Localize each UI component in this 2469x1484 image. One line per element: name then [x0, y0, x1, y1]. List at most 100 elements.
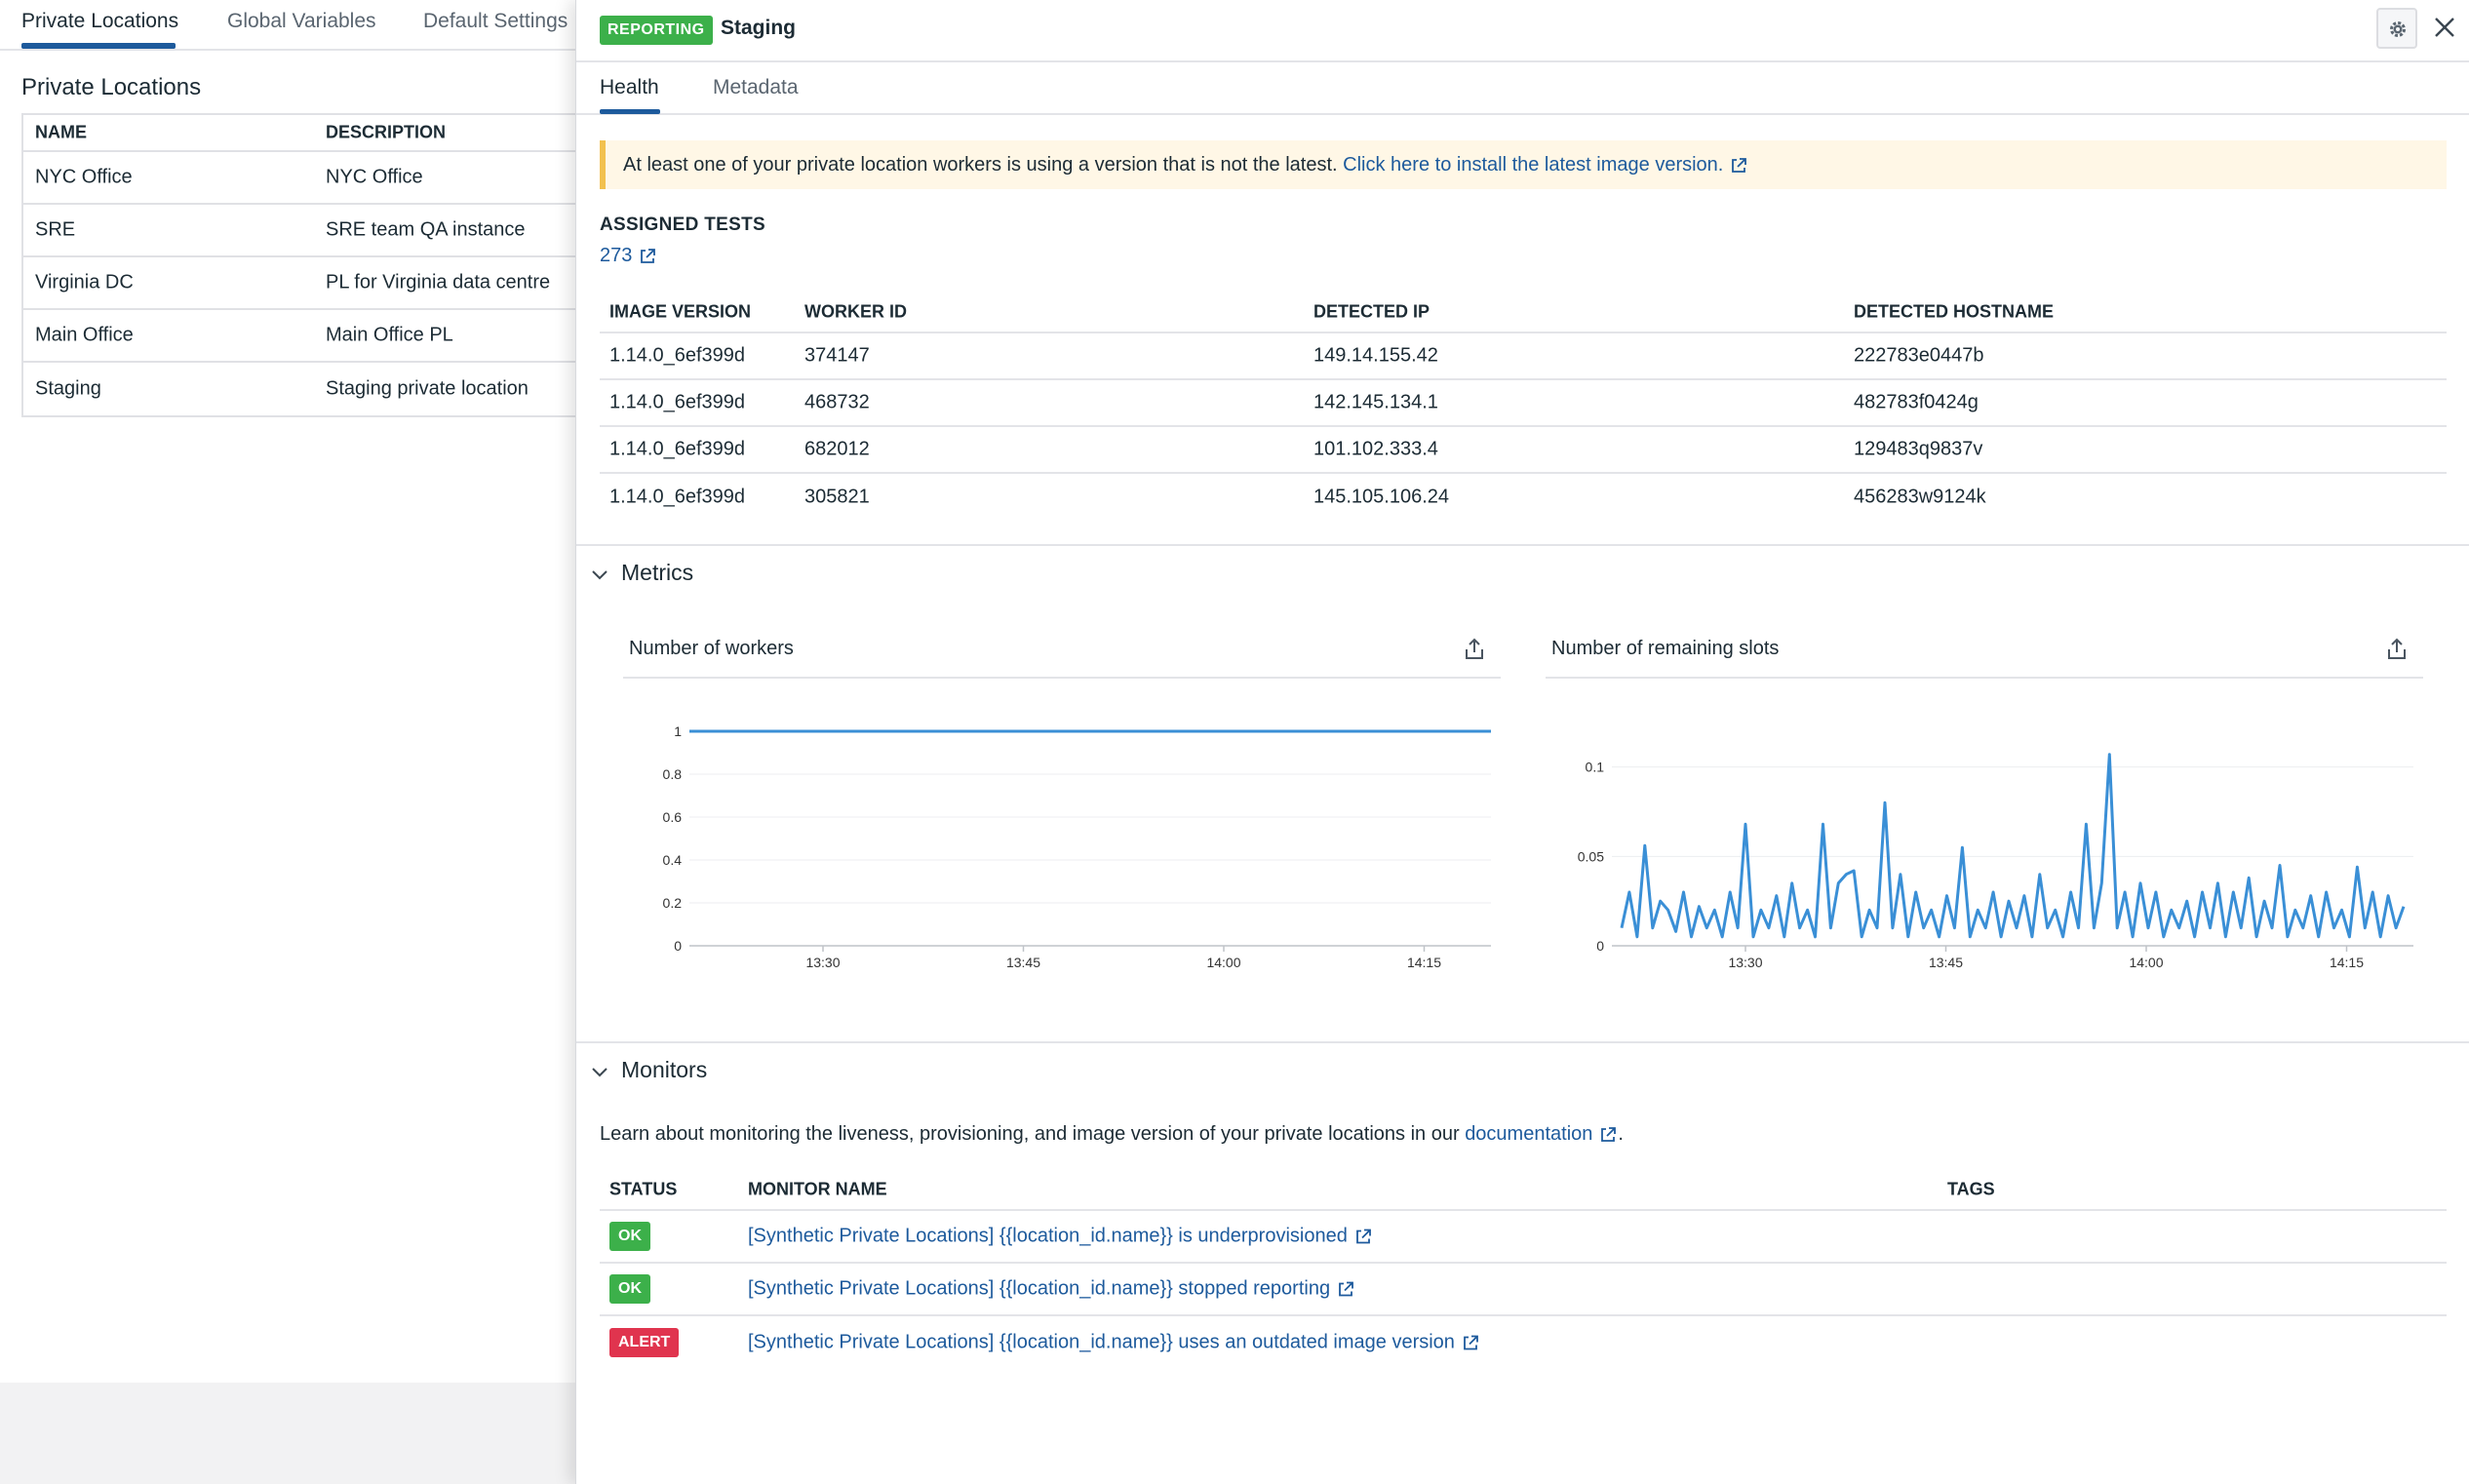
- detected-hostname: 129483q9837v: [1854, 438, 1983, 460]
- tab-default-settings[interactable]: Default Settings: [423, 10, 568, 33]
- x-tick-label: 14:15: [1407, 955, 1441, 970]
- y-tick-label: 0.8: [663, 766, 683, 782]
- x-tick-label: 14:15: [2330, 955, 2364, 970]
- table-row: 1.14.0_6ef399d 374147 149.14.155.42 2227…: [600, 333, 2447, 380]
- table-row[interactable]: Virginia DC PL for Virginia data centre: [23, 257, 605, 310]
- outdated-version-warning: At least one of your private location wo…: [600, 140, 2447, 189]
- column-header-monitor-name: MONITOR NAME: [748, 1179, 887, 1199]
- x-tick-label: 13:45: [1006, 955, 1040, 970]
- location-name: Staging: [35, 377, 101, 400]
- location-description: Main Office PL: [326, 324, 453, 346]
- active-tab-indicator: [600, 109, 660, 114]
- y-tick-label: 0: [1596, 938, 1604, 954]
- close-icon[interactable]: [2429, 12, 2460, 43]
- monitors-intro-end: .: [1618, 1123, 1624, 1145]
- image-version: 1.14.0_6ef399d: [609, 344, 746, 367]
- tab-metadata[interactable]: Metadata: [713, 76, 799, 99]
- y-tick-label: 0.4: [663, 852, 683, 868]
- table-row[interactable]: SRE SRE team QA instance: [23, 205, 605, 257]
- settings-button[interactable]: [2376, 8, 2417, 49]
- install-latest-image-link[interactable]: Click here to install the latest image v…: [1343, 154, 1723, 176]
- column-header-detected-hostname: DETECTED HOSTNAME: [1854, 301, 2055, 322]
- external-link-icon[interactable]: [1461, 1333, 1480, 1352]
- export-icon[interactable]: [1464, 638, 1485, 661]
- column-header-image-version: IMAGE VERSION: [609, 301, 752, 322]
- documentation-link[interactable]: documentation: [1465, 1123, 1592, 1145]
- detected-ip: 149.14.155.42: [1313, 344, 1438, 367]
- workers-chart-card: Number of workers 0 0.2 0.4 0.6 0.8 1 13:30 13:…: [623, 624, 1501, 1014]
- section-divider: [576, 1041, 2469, 1043]
- workers-table: IMAGE VERSION WORKER ID DETECTED IP DETE…: [600, 293, 2447, 521]
- assigned-tests-link[interactable]: 273: [600, 245, 657, 267]
- monitor-name[interactable]: [Synthetic Private Locations] {{location…: [748, 1278, 1355, 1301]
- detected-ip: 101.102.333.4: [1313, 438, 1438, 460]
- external-link-icon[interactable]: [1729, 156, 1748, 176]
- chart-header: Number of remaining slots: [1546, 624, 2423, 679]
- external-link-icon[interactable]: [638, 247, 657, 266]
- table-row: ALERT [Synthetic Private Locations] {{lo…: [600, 1316, 2447, 1369]
- worker-id: 374147: [804, 344, 870, 367]
- y-tick-label: 0.2: [663, 895, 683, 911]
- chart-title: Number of workers: [629, 638, 794, 659]
- column-header-worker-id: WORKER ID: [804, 301, 907, 322]
- monitor-link[interactable]: [Synthetic Private Locations] {{location…: [748, 1332, 1455, 1353]
- detected-hostname: 456283w9124k: [1854, 486, 1986, 508]
- warning-text: At least one of your private location wo…: [623, 154, 1338, 176]
- table-row: 1.14.0_6ef399d 305821 145.105.106.24 456…: [600, 474, 2447, 521]
- table-header: NAME DESCRIPTION: [23, 115, 605, 152]
- monitor-link[interactable]: [Synthetic Private Locations] {{location…: [748, 1226, 1348, 1247]
- detected-hostname: 482783f0424g: [1854, 391, 1979, 413]
- tab-private-locations[interactable]: Private Locations: [21, 10, 178, 33]
- x-tick-label: 14:00: [1206, 955, 1240, 970]
- external-link-icon[interactable]: [1598, 1125, 1618, 1145]
- y-tick-label: 0.05: [1578, 848, 1604, 864]
- workers-chart: 0 0.2 0.4 0.6 0.8 1 13:30 13:45 14:00 14:15: [663, 723, 1491, 970]
- status-badge-ok: OK: [609, 1222, 650, 1251]
- location-description: SRE team QA instance: [326, 218, 526, 241]
- y-tick-label: 0: [674, 938, 682, 954]
- external-link-icon[interactable]: [1353, 1227, 1373, 1246]
- worker-id: 682012: [804, 438, 870, 460]
- table-row[interactable]: NYC Office NYC Office: [23, 152, 605, 205]
- series-line: [1620, 753, 2406, 939]
- assigned-tests-count[interactable]: 273: [600, 245, 632, 266]
- chevron-down-icon[interactable]: [590, 566, 609, 585]
- active-tab-indicator: [21, 43, 176, 49]
- monitor-name[interactable]: [Synthetic Private Locations] {{location…: [748, 1226, 1373, 1248]
- column-header-detected-ip: DETECTED IP: [1313, 301, 1430, 322]
- status-badge-alert: ALERT: [609, 1328, 680, 1357]
- column-header-tags: TAGS: [1947, 1179, 1995, 1199]
- detected-hostname: 222783e0447b: [1854, 344, 1984, 367]
- table-row: 1.14.0_6ef399d 682012 101.102.333.4 1294…: [600, 427, 2447, 474]
- chart-header: Number of workers: [623, 624, 1501, 679]
- table-row[interactable]: Main Office Main Office PL: [23, 310, 605, 363]
- column-header-description[interactable]: DESCRIPTION: [326, 123, 446, 143]
- page-title: Private Locations: [21, 74, 202, 100]
- section-divider: [576, 544, 2469, 546]
- panel-tabs: Health Metadata: [576, 62, 2469, 115]
- export-icon[interactable]: [2386, 638, 2408, 661]
- tab-global-variables[interactable]: Global Variables: [227, 10, 376, 33]
- table-row[interactable]: Staging Staging private location: [23, 363, 605, 415]
- x-tick-label: 14:00: [2129, 955, 2163, 970]
- monitor-link[interactable]: [Synthetic Private Locations] {{location…: [748, 1278, 1330, 1300]
- remaining-slots-chart-card: Number of remaining slots 0 0.05 0.1 13:30 1…: [1546, 624, 2423, 1014]
- chart-title: Number of remaining slots: [1551, 638, 1780, 659]
- detected-ip: 145.105.106.24: [1313, 486, 1450, 508]
- table-row: OK [Synthetic Private Locations] {{locat…: [600, 1211, 2447, 1264]
- monitor-name[interactable]: [Synthetic Private Locations] {{location…: [748, 1332, 1480, 1354]
- status-badge-ok: OK: [609, 1274, 650, 1304]
- external-link-icon[interactable]: [1336, 1279, 1355, 1299]
- chevron-down-icon[interactable]: [590, 1063, 609, 1082]
- image-version: 1.14.0_6ef399d: [609, 391, 746, 413]
- monitors-intro-text: Learn about monitoring the liveness, pro…: [600, 1123, 1460, 1145]
- gear-icon: [2390, 21, 2406, 37]
- metrics-section-title[interactable]: Metrics: [621, 560, 693, 586]
- monitors-section-title[interactable]: Monitors: [621, 1057, 707, 1083]
- tab-health[interactable]: Health: [600, 76, 659, 99]
- location-description: PL for Virginia data centre: [326, 271, 551, 293]
- detected-ip: 142.145.134.1: [1313, 391, 1438, 413]
- table-row: 1.14.0_6ef399d 468732 142.145.134.1 4827…: [600, 380, 2447, 427]
- column-header-name[interactable]: NAME: [35, 123, 87, 143]
- image-version: 1.14.0_6ef399d: [609, 486, 746, 508]
